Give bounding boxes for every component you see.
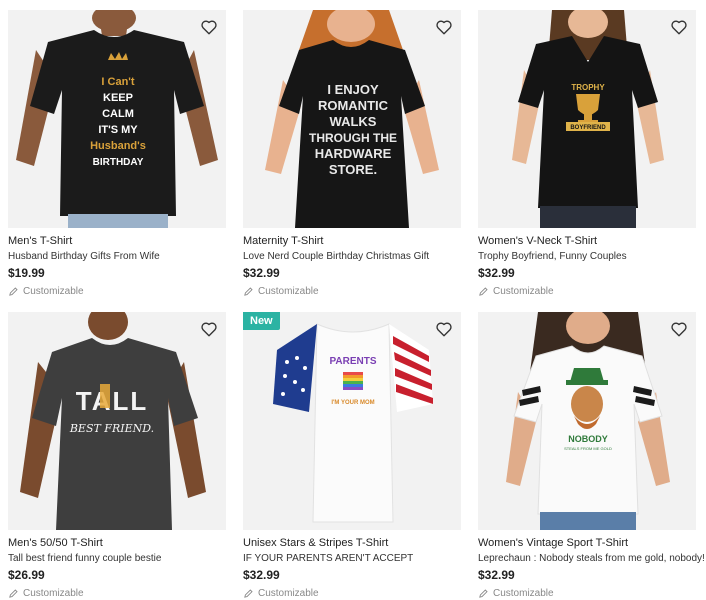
pencil-icon [244,287,253,296]
customizable-text: Customizable [23,286,84,297]
shirt-text-line: BOYFRIEND [570,125,606,131]
heart-outline-icon[interactable] [435,320,453,338]
customizable-label: Customizable [8,588,84,599]
customizable-label: Customizable [8,286,84,297]
product-type[interactable]: Men's T-Shirt [8,235,72,247]
product-photo: TROPHY BOYFRIEND [478,10,696,228]
product-card[interactable]: TROPHY BOYFRIEND Women's V-Neck T-Shirt … [478,10,696,297]
product-image[interactable]: I Can't KEEP CALM IT'S MY Husband's BIRT… [8,10,226,228]
customizable-text: Customizable [493,588,554,599]
product-photo: I Can't KEEP CALM IT'S MY Husband's BIRT… [8,10,226,228]
product-image[interactable]: TROPHY BOYFRIEND [478,10,696,228]
shirt-text-line: THROUGH THE [309,131,397,145]
product-title[interactable]: Love Nerd Couple Birthday Christmas Gift [243,251,429,262]
shirt-text-line: WALKS [330,114,377,129]
product-title[interactable]: Leprechaun : Nobody steals from me gold,… [478,553,705,564]
customizable-label: Customizable [243,286,319,297]
product-type[interactable]: Women's V-Neck T-Shirt [478,235,597,247]
product-card[interactable]: I Can't KEEP CALM IT'S MY Husband's BIRT… [8,10,226,297]
shirt-text-line: I ENJOY [327,82,379,97]
product-image[interactable]: PARENTS I'M YOUR MOM New [243,312,461,530]
customizable-text: Customizable [258,286,319,297]
shirt-text-line: IT'S MY [98,124,138,136]
product-price: $32.99 [478,266,515,280]
shirt-text-line: TALL [76,386,149,416]
shirt-text-line: BIRTHDAY [93,157,144,168]
heart-outline-icon[interactable] [435,18,453,36]
pencil-icon [9,589,18,598]
heart-outline-icon[interactable] [200,18,218,36]
pencil-icon [244,589,253,598]
product-type[interactable]: Maternity T-Shirt [243,235,324,247]
shirt-text-line: PARENTS [329,356,376,367]
shirt-text-line: NOBODY [568,434,608,444]
product-price: $19.99 [8,266,45,280]
customizable-text: Customizable [258,588,319,599]
product-price: $26.99 [8,568,45,582]
product-photo: I ENJOY ROMANTIC WALKS THROUGH THE HARDW… [243,10,461,228]
product-title[interactable]: Tall best friend funny couple bestie [8,553,161,564]
product-card[interactable]: I ENJOY ROMANTIC WALKS THROUGH THE HARDW… [243,10,461,297]
product-type[interactable]: Unisex Stars & Stripes T-Shirt [243,537,388,549]
pencil-icon [9,287,18,296]
product-image[interactable]: I ENJOY ROMANTIC WALKS THROUGH THE HARDW… [243,10,461,228]
product-type[interactable]: Men's 50/50 T-Shirt [8,537,103,549]
product-price: $32.99 [243,568,280,582]
heart-outline-icon[interactable] [670,320,688,338]
customizable-label: Customizable [478,286,554,297]
product-title[interactable]: Trophy Boyfriend, Funny Couples [478,251,627,262]
shirt-text-line: I Can't [101,76,135,88]
heart-outline-icon[interactable] [200,320,218,338]
shirt-text-line: BEST FRIEND. [69,422,154,435]
product-price: $32.99 [243,266,280,280]
product-title[interactable]: Husband Birthday Gifts From Wife [8,251,160,262]
product-photo: TALL BEST FRIEND. [8,312,226,530]
customizable-label: Customizable [478,588,554,599]
product-image[interactable]: TALL BEST FRIEND. [8,312,226,530]
product-card[interactable]: NOBODY STEALS FROM ME GOLD Women's Vinta… [478,312,705,599]
shirt-text-line: ROMANTIC [318,98,389,113]
new-badge: New [243,312,280,330]
customizable-label: Customizable [243,588,319,599]
shirt-text-line: CALM [102,108,134,120]
shirt-text-line: Husband's [90,140,146,152]
product-title[interactable]: IF YOUR PARENTS AREN'T ACCEPT [243,553,413,564]
product-card[interactable]: TALL BEST FRIEND. Men's 50/50 T-Shirt Ta… [8,312,226,599]
product-type[interactable]: Women's Vintage Sport T-Shirt [478,537,628,549]
shirt-text-line: I'M YOUR MOM [331,400,374,406]
shirt-text-line: TROPHY [571,83,605,92]
customizable-text: Customizable [23,588,84,599]
shirt-text-line: STORE. [329,162,377,177]
product-card[interactable]: PARENTS I'M YOUR MOM New Unisex Stars & … [243,312,461,599]
shirt-text-line: KEEP [103,92,133,104]
product-price: $32.99 [478,568,515,582]
heart-outline-icon[interactable] [670,18,688,36]
pencil-icon [479,287,488,296]
shirt-text-line: STEALS FROM ME GOLD [564,446,612,451]
product-image[interactable]: NOBODY STEALS FROM ME GOLD [478,312,696,530]
pencil-icon [479,589,488,598]
shirt-text-line: HARDWARE [315,146,392,161]
customizable-text: Customizable [493,286,554,297]
product-photo: NOBODY STEALS FROM ME GOLD [478,312,696,530]
product-photo: PARENTS I'M YOUR MOM [243,312,461,530]
